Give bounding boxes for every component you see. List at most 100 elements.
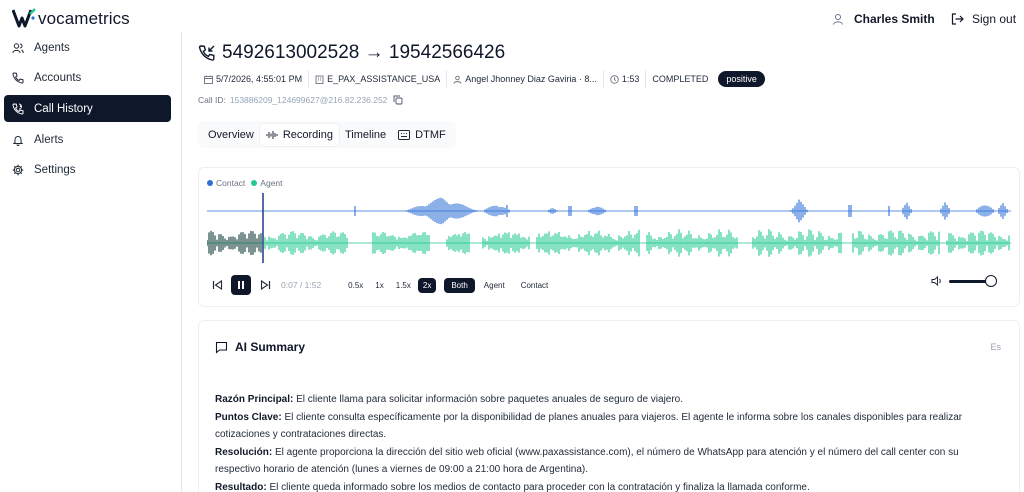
brand-logo[interactable]: vocametrics xyxy=(12,8,130,30)
speed-option-1x[interactable]: 1x xyxy=(370,278,388,293)
call-meta: 5/7/2026, 4:55:01 PM E_PAX_ASSISTANCE_US… xyxy=(198,70,765,88)
sidebar-item-call-history[interactable]: Call History xyxy=(4,95,171,122)
vocametrics-logo-icon xyxy=(12,8,36,28)
recording-panel: Contact Agent 0:07 / 1:52 0.5x 1x 1.5x 2… xyxy=(198,167,1020,307)
volume-slider[interactable] xyxy=(949,274,997,287)
summary-row-label: Resolución: xyxy=(215,446,273,458)
message-square-icon xyxy=(215,341,228,354)
calendar-icon xyxy=(204,75,213,84)
sidebar-item-accounts[interactable]: Accounts xyxy=(4,64,171,91)
status-chip: COMPLETED xyxy=(646,70,714,88)
legend-contact: Contact xyxy=(207,178,245,188)
call-id-value: 153886209_124699627@216.82.236.252 xyxy=(229,95,388,105)
volume-slider-handle[interactable] xyxy=(985,274,997,287)
summary-row: Razón Principal: El cliente llama para s… xyxy=(215,391,1005,409)
agent-chip: Angel Jhonney Diaz Gaviria · 8... xyxy=(447,70,604,88)
speed-option-0-5x[interactable]: 0.5x xyxy=(343,278,368,293)
speed-option-2x[interactable]: 2x xyxy=(417,277,437,293)
building-icon xyxy=(315,75,324,84)
summary-language-toggle[interactable]: Es xyxy=(990,342,1001,352)
sidebar-item-label: Call History xyxy=(34,102,93,115)
call-id-row: Call ID: 153886209_124699627@216.82.236.… xyxy=(198,95,403,105)
incoming-call-icon xyxy=(198,45,215,61)
summary-row-text: El cliente queda informado sobre los med… xyxy=(269,481,810,492)
tab-timeline[interactable]: Timeline xyxy=(339,124,392,146)
channel-agent-button[interactable]: Agent xyxy=(477,278,512,293)
ai-summary-body: Razón Principal: El cliente llama para s… xyxy=(215,391,1005,492)
tab-label: Overview xyxy=(208,128,254,141)
call-title-text: 5492613002528 → 19542566426 xyxy=(222,42,506,63)
summary-row-text: El agente proporciona la dirección del s… xyxy=(215,446,959,476)
sign-out-button[interactable]: Sign out xyxy=(951,12,1016,26)
summary-row-label: Razón Principal: xyxy=(215,394,294,405)
account-chip: E_PAX_ASSISTANCE_USA xyxy=(309,70,448,88)
sidebar-item-settings[interactable]: Settings xyxy=(4,156,171,183)
sign-out-label: Sign out xyxy=(972,12,1017,26)
call-title: 5492613002528 → 19542566426 xyxy=(198,42,505,64)
summary-row-text: El cliente llama para solicitar informac… xyxy=(296,394,684,405)
duration-chip: 1:53 xyxy=(604,70,647,88)
call-id-label: Call ID: xyxy=(198,95,226,105)
channel-both-button[interactable]: Both xyxy=(444,277,475,293)
users-icon xyxy=(12,42,24,53)
channel-contact-button[interactable]: Contact xyxy=(514,278,556,293)
playback-time: 0:07 / 1:52 xyxy=(281,280,322,290)
skip-back-button[interactable] xyxy=(207,275,227,295)
user-name: Charles Smith xyxy=(854,12,935,26)
speed-option-1-5x[interactable]: 1.5x xyxy=(391,278,416,293)
tab-label: Recording xyxy=(282,128,333,141)
tab-recording[interactable]: Recording xyxy=(259,123,339,146)
summary-row: Resolución: El agente proporciona la dir… xyxy=(215,444,1005,479)
summary-row-text: El cliente consulta específicamente por … xyxy=(215,411,963,441)
legend-agent: Agent xyxy=(251,178,283,188)
phone-icon xyxy=(12,71,24,84)
player-controls: 0:07 / 1:52 0.5x 1x 1.5x 2x Both Agent C… xyxy=(207,274,1013,296)
user-icon xyxy=(453,75,462,84)
tab-label: Timeline xyxy=(344,128,387,141)
brand-name: vocametrics xyxy=(38,9,130,28)
summary-row: Puntos Clave: El cliente consulta especí… xyxy=(215,409,1005,444)
call-agent: Angel Jhonney Diaz Gaviria · 8... xyxy=(465,74,597,84)
datetime-chip: 5/7/2026, 4:55:01 PM xyxy=(198,70,310,88)
volume-icon[interactable] xyxy=(931,276,943,286)
ai-summary-panel: AI Summary Es Razón Principal: El client… xyxy=(198,320,1020,492)
call-duration: 1:53 xyxy=(621,74,640,84)
summary-row-label: Puntos Clave: xyxy=(215,411,282,423)
user-menu[interactable]: Charles Smith xyxy=(832,12,935,26)
copy-icon[interactable] xyxy=(393,95,403,105)
summary-row-label: Resultado: xyxy=(215,481,267,492)
call-status: COMPLETED xyxy=(652,74,709,84)
pause-button[interactable] xyxy=(231,275,251,295)
sentiment-badge: positive xyxy=(718,71,765,87)
contact-dot-icon xyxy=(207,180,213,186)
tab-label: DTMF xyxy=(415,128,446,141)
skip-back-icon xyxy=(212,280,222,290)
sidebar-item-agents[interactable]: Agents xyxy=(4,34,171,61)
audio-wave-icon xyxy=(266,130,278,139)
clock-icon xyxy=(610,74,619,84)
user-icon xyxy=(833,14,843,25)
tab-overview[interactable]: Overview xyxy=(202,124,260,146)
skip-forward-icon xyxy=(260,280,270,290)
call-datetime: 5/7/2026, 4:55:01 PM xyxy=(216,74,303,84)
ai-summary-heading: AI Summary xyxy=(215,340,305,354)
keypad-icon xyxy=(398,129,411,140)
legend-contact-label: Contact xyxy=(216,178,246,188)
sidebar-item-label: Alerts xyxy=(34,133,64,146)
bell-icon xyxy=(12,135,24,146)
skip-forward-button[interactable] xyxy=(255,275,275,295)
sidebar: Agents Accounts Call History Alerts Sett… xyxy=(0,32,182,492)
summary-row: Resultado: El cliente queda informado so… xyxy=(215,479,1005,492)
tab-dtmf[interactable]: DTMF xyxy=(392,124,452,146)
call-account: E_PAX_ASSISTANCE_USA xyxy=(327,74,441,84)
waveform-legend: Contact Agent xyxy=(207,178,289,188)
volume-control xyxy=(931,274,997,287)
agent-dot-icon xyxy=(251,180,258,186)
sidebar-item-label: Agents xyxy=(34,41,70,54)
waveform[interactable] xyxy=(207,193,1011,263)
pause-icon xyxy=(238,281,244,289)
call-tabs: Overview Recording Timeline DTMF xyxy=(198,121,456,148)
ai-summary-title: AI Summary xyxy=(235,340,306,354)
sidebar-item-alerts[interactable]: Alerts xyxy=(4,126,171,153)
phone-history-icon xyxy=(12,102,24,115)
